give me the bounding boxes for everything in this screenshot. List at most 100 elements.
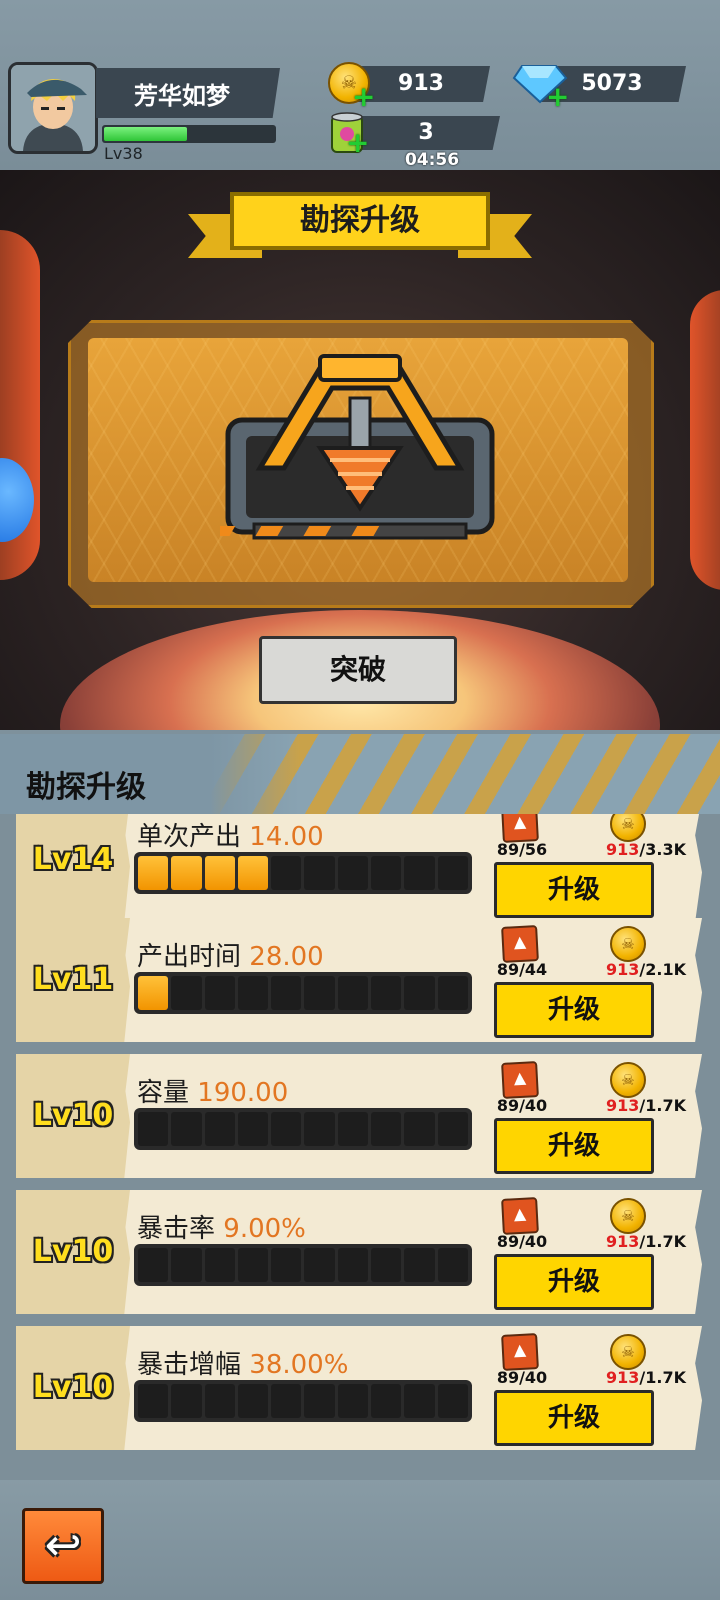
upgrade-value: 28.00 xyxy=(249,942,324,972)
energy-timer: 04:56 xyxy=(404,150,460,170)
progress-segment xyxy=(138,1384,169,1418)
ore-icon xyxy=(501,925,539,963)
right-wall-light xyxy=(690,290,720,590)
progress-segment xyxy=(237,1384,269,1418)
progress-segment xyxy=(271,856,302,890)
progress-segment xyxy=(138,1248,169,1282)
skull-coin-icon: ☠ xyxy=(610,1062,646,1098)
progress-segment xyxy=(337,976,369,1010)
progress-segment xyxy=(204,1248,235,1282)
upgrade-button[interactable]: 升级 xyxy=(494,1390,654,1446)
upgrade-button[interactable]: 升级 xyxy=(494,982,654,1038)
upgrade-level: Lv10 xyxy=(32,1234,114,1269)
progress-segment xyxy=(271,1112,302,1146)
ore-icon xyxy=(501,1061,539,1099)
upgrade-button[interactable]: 升级 xyxy=(494,1254,654,1310)
progress-segment xyxy=(337,856,369,890)
progress-segment xyxy=(171,1112,202,1146)
progress-segment xyxy=(404,1384,435,1418)
progress-segment xyxy=(271,1384,302,1418)
avatar[interactable] xyxy=(8,62,98,154)
progress-segment xyxy=(371,1248,402,1282)
upgrade-button[interactable]: 升级 xyxy=(494,862,654,918)
upgrade-level: Lv10 xyxy=(32,1098,114,1133)
energy-plate: 3 xyxy=(352,116,500,150)
upgrade-stat: 暴击增幅 38.00% xyxy=(137,1344,348,1381)
progress-segment xyxy=(371,1112,402,1146)
coin-cost: 913/1.7K xyxy=(576,1232,686,1251)
upgrade-button[interactable]: 升级 xyxy=(494,1118,654,1174)
progress-segment xyxy=(171,856,202,890)
progress-segment xyxy=(404,1248,435,1282)
coin-cost: 913/1.7K xyxy=(576,1368,686,1387)
banner-title: 勘探升级 xyxy=(300,203,420,238)
title-ribbon: 勘探升级 xyxy=(230,192,490,250)
progress-segment xyxy=(371,1384,402,1418)
upgrade-button-label: 升级 xyxy=(547,875,600,905)
coin-required: /3.3K xyxy=(639,840,686,859)
progress-segment xyxy=(404,856,435,890)
ore-cost: 89/40 xyxy=(496,1096,548,1115)
progress-segment xyxy=(171,1384,202,1418)
upgrade-progress-bar xyxy=(134,852,472,894)
player-name: 芳华如梦 xyxy=(134,82,230,110)
progress-segment xyxy=(237,856,269,890)
upgrade-row: Lv10 暴击率 9.00% ☠ 89/40 913/1.7K 升级 xyxy=(16,1190,702,1314)
ore-icon xyxy=(501,1197,539,1235)
upgrade-row: Lv10 容量 190.00 ☠ 89/40 913/1.7K 升级 xyxy=(16,1054,702,1178)
xp-bar-fill xyxy=(104,127,187,141)
progress-segment xyxy=(304,1248,335,1282)
progress-segment xyxy=(138,976,169,1010)
coin-owned: 913 xyxy=(606,960,640,979)
upgrade-list[interactable]: Lv14 单次产出 14.00 ☠ 89/56 913/3.3K 升级 Lv11 产出时间 2… xyxy=(0,814,720,1480)
progress-segment xyxy=(404,1112,435,1146)
upgrade-row: Lv14 单次产出 14.00 ☠ 89/56 913/3.3K 升级 xyxy=(16,814,702,922)
add-energy-button[interactable]: + xyxy=(346,126,369,159)
progress-segment xyxy=(437,1248,468,1282)
upgrade-value: 9.00% xyxy=(223,1214,306,1244)
progress-segment xyxy=(237,1248,269,1282)
progress-segment xyxy=(437,1384,468,1418)
skull-coin-icon: ☠ xyxy=(610,814,646,842)
progress-segment xyxy=(204,856,235,890)
progress-segment xyxy=(171,1248,202,1282)
progress-segment xyxy=(304,1112,335,1146)
breakthrough-button[interactable]: 突破 xyxy=(259,636,457,704)
add-coins-button[interactable]: + xyxy=(352,80,375,113)
upgrade-name: 暴击增幅 xyxy=(137,1350,242,1380)
upgrade-name: 产出时间 xyxy=(137,942,242,972)
progress-segment xyxy=(371,856,402,890)
upgrade-scene: 勘探升级 突破 xyxy=(0,170,720,730)
progress-segment xyxy=(337,1248,369,1282)
progress-segment xyxy=(304,856,335,890)
upgrade-progress-bar xyxy=(134,1380,472,1422)
coin-owned: 913 xyxy=(606,840,640,859)
upgrade-row: Lv11 产出时间 28.00 ☠ 89/44 913/2.1K 升级 xyxy=(16,918,702,1042)
player-portrait-icon xyxy=(11,65,95,151)
add-gems-button[interactable]: + xyxy=(546,80,569,113)
ore-cost: 89/56 xyxy=(496,840,548,859)
upgrade-progress-bar xyxy=(134,972,472,1014)
skull-coin-icon: ☠ xyxy=(610,1198,646,1234)
upgrade-name: 暴击率 xyxy=(137,1214,216,1244)
upgrade-progress-bar xyxy=(134,1244,472,1286)
progress-segment xyxy=(271,976,302,1010)
coin-cost: 913/2.1K xyxy=(576,960,686,979)
progress-segment xyxy=(371,976,402,1010)
back-button[interactable]: ↩ xyxy=(22,1508,104,1584)
skull-coin-icon: ☠ xyxy=(610,1334,646,1370)
upgrade-stat: 容量 190.00 xyxy=(137,1072,288,1109)
section-title: 勘探升级 xyxy=(26,770,146,805)
back-arrow-icon: ↩ xyxy=(44,1520,82,1571)
coin-cost: 913/1.7K xyxy=(576,1096,686,1115)
coin-required: /1.7K xyxy=(639,1368,686,1387)
progress-segment xyxy=(304,1384,335,1418)
coin-owned: 913 xyxy=(606,1368,640,1387)
ore-cost: 89/44 xyxy=(496,960,548,979)
progress-segment xyxy=(271,1248,302,1282)
progress-segment xyxy=(237,976,269,1010)
ore-icon xyxy=(501,1333,539,1371)
upgrade-name: 单次产出 xyxy=(137,822,242,852)
coin-required: /2.1K xyxy=(639,960,686,979)
breakthrough-button-label: 突破 xyxy=(329,653,386,686)
